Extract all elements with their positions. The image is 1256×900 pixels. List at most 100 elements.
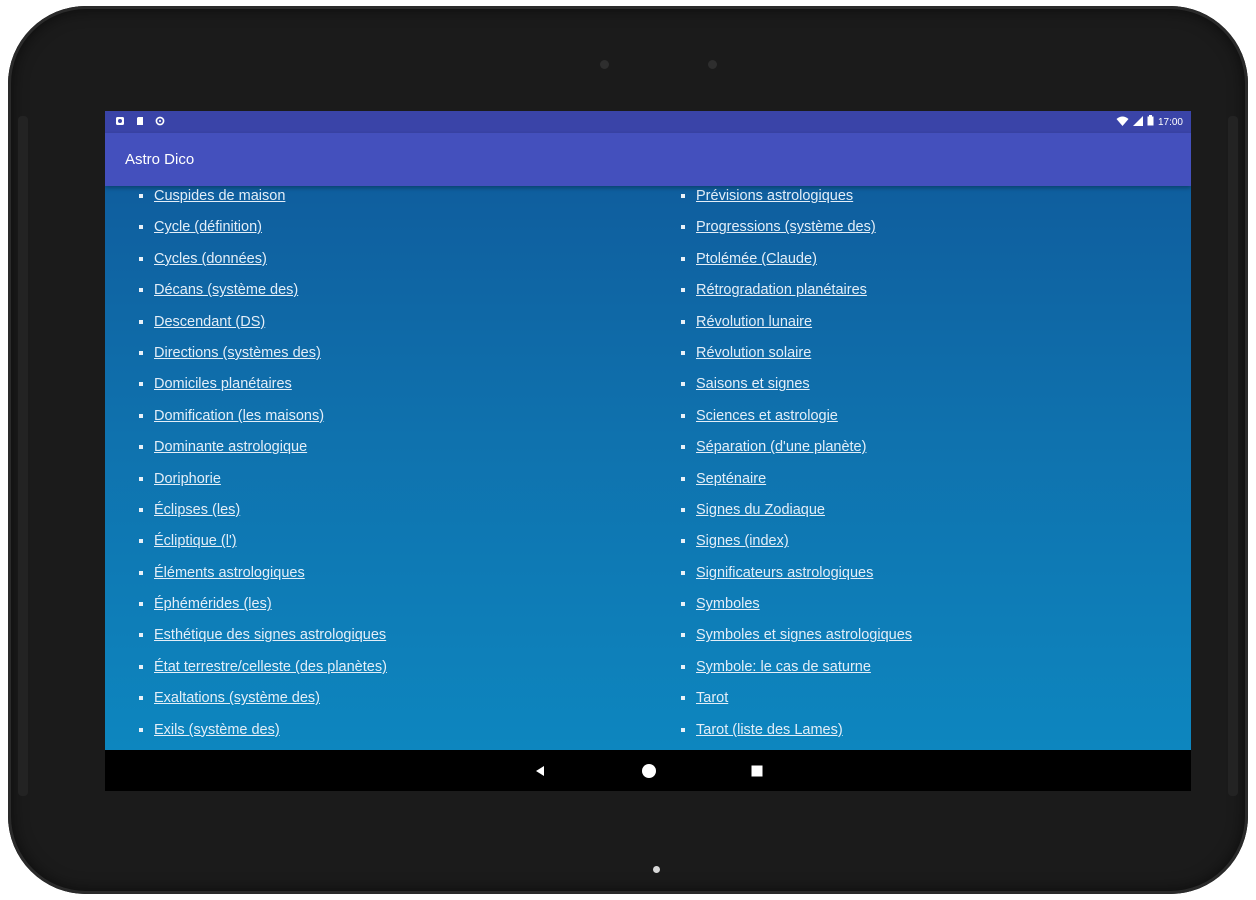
list-item: Révolution solaire [681,342,912,373]
index-link[interactable]: Tarot [696,687,728,709]
bullet-marker [139,664,143,669]
index-link[interactable]: Éclipses (les) [154,499,240,521]
list-item: Symboles [681,593,912,624]
tablet-side-grip-right [1228,116,1238,796]
list-item: Ptolémée (Claude) [681,248,912,279]
index-link[interactable]: Saisons et signes [696,373,810,395]
list-item: Esthétique des signes astrologiques [139,624,387,655]
bullet-marker [139,413,143,418]
home-button[interactable] [629,750,669,791]
index-link[interactable]: Révolution solaire [696,342,811,364]
index-link[interactable]: Dominante astrologique [154,436,307,458]
bullet-marker [139,476,143,481]
list-item: Domiciles planétaires [139,373,387,404]
list-item: Exils (système des) [139,719,387,750]
index-link[interactable]: Cycles (données) [154,248,267,270]
list-item: Décans (système des) [139,279,387,310]
index-link[interactable]: Domiciles planétaires [154,373,292,395]
index-link[interactable]: Ptolémée (Claude) [696,248,817,270]
app-title: Astro Dico [125,151,195,168]
settings-icon [115,116,125,126]
index-link[interactable]: Esthétique des signes astrologiques [154,624,386,646]
bullet-marker [139,256,143,261]
index-link[interactable]: État terrestre/celleste (des planètes) [154,656,387,678]
index-link[interactable]: Doriphorie [154,468,221,490]
list-item: Sciences et astrologie [681,405,912,436]
bullet-marker [681,602,685,607]
article-index-list[interactable]: Cuspides de maison Cycle (définition) Cycl… [105,186,1191,750]
bullet-marker [681,319,685,324]
back-button[interactable] [520,750,560,791]
sd-card-icon [135,116,145,126]
index-link[interactable]: Exaltations (système des) [154,687,320,709]
index-link[interactable]: Signes du Zodiaque [696,499,825,521]
index-link[interactable]: Progressions (système des) [696,216,876,238]
recent-apps-button[interactable] [737,750,777,791]
bullet-marker [139,288,143,293]
bullet-marker [139,350,143,355]
list-item: Dominante astrologique [139,436,387,467]
bullet-marker [139,602,143,607]
index-link[interactable]: Éphémérides (les) [154,593,272,615]
list-item: Séparation (d'une planète) [681,436,912,467]
list-item: Écliptique (l') [139,530,387,561]
bullet-marker [681,633,685,638]
list-item: Signes du Zodiaque [681,499,912,530]
index-link[interactable]: Symbole: le cas de saturne [696,656,871,678]
list-item: Cycles (données) [139,248,387,279]
bullet-marker [681,225,685,230]
list-item: Prévisions astrologiques [681,186,912,216]
index-link[interactable]: Séparation (d'une planète) [696,436,866,458]
list-item: Éléments astrologiques [139,562,387,593]
bullet-marker [139,382,143,387]
index-link[interactable]: Sciences et astrologie [696,405,838,427]
bullet-marker [139,539,143,544]
index-link[interactable]: Significateurs astrologiques [696,562,873,584]
index-link[interactable]: Décans (système des) [154,279,298,301]
index-column-left: Cuspides de maison Cycle (définition) Cycl… [139,186,387,750]
signal-icon [1132,115,1143,129]
list-item: Saisons et signes [681,373,912,404]
index-link[interactable]: Rétrogradation planétaires [696,279,867,301]
list-item: Domification (les maisons) [139,405,387,436]
index-link[interactable]: Signes (index) [696,530,789,552]
bullet-marker [681,413,685,418]
list-item: Symboles et signes astrologiques [681,624,912,655]
index-link[interactable]: Domification (les maisons) [154,405,324,427]
index-link[interactable]: Révolution lunaire [696,311,812,333]
battery-icon [1147,115,1154,129]
index-link[interactable]: Descendant (DS) [154,311,265,333]
index-link[interactable]: Directions (systèmes des) [154,342,321,364]
list-item: Progressions (système des) [681,216,912,247]
device-screen: 17:00 Astro Dico Cuspides de maison Cycle… [105,111,1191,791]
status-time: 17:00 [1157,116,1183,128]
list-item: Cycle (définition) [139,216,387,247]
home-icon [642,763,656,778]
list-item: Révolution lunaire [681,311,912,342]
index-link[interactable]: Éléments astrologiques [154,562,305,584]
index-link[interactable]: Symboles et signes astrologiques [696,624,912,646]
bullet-marker [681,476,685,481]
bullet-marker [139,633,143,638]
index-link[interactable]: Cycle (définition) [154,216,262,238]
bullet-marker [681,256,685,261]
index-link[interactable]: Exils (système des) [154,719,280,741]
index-link[interactable]: Symboles [696,593,760,615]
bullet-marker [681,727,685,732]
list-item: Rétrogradation planétaires [681,279,912,310]
index-link[interactable]: Écliptique (l') [154,530,237,552]
list-item: État terrestre/celleste (des planètes) [139,656,387,687]
bullet-marker [681,194,685,198]
list-item: Exaltations (système des) [139,687,387,718]
index-link[interactable]: Cuspides de maison [154,186,285,207]
index-link[interactable]: Prévisions astrologiques [696,186,853,207]
index-link[interactable]: Septénaire [696,468,766,490]
status-bar: 17:00 [105,111,1191,133]
recent-apps-icon [751,765,763,776]
list-item: Éphémérides (les) [139,593,387,624]
tablet-side-grip-left [18,116,28,796]
bullet-marker [139,507,143,512]
index-link[interactable]: Tarot (liste des Lames) [696,719,843,741]
list-item: Tarot (liste des Lames) [681,719,912,750]
list-item: Significateurs astrologiques [681,562,912,593]
